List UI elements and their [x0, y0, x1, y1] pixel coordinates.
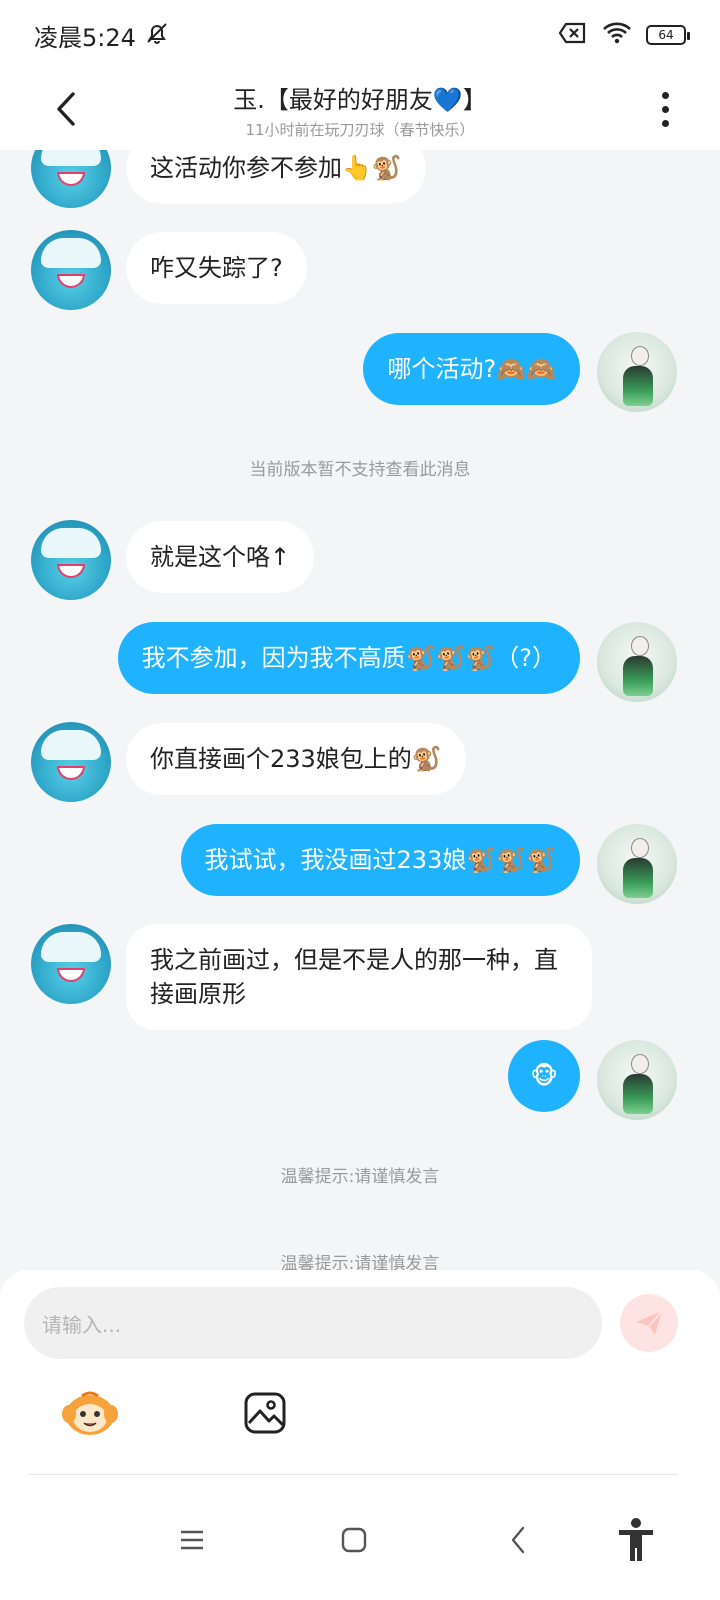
- more-vertical-icon: [661, 91, 669, 99]
- chevron-left-icon: [57, 92, 75, 126]
- home-square-icon: [341, 1527, 367, 1553]
- message-bubble-outgoing[interactable]: 哪个活动?🙈🙈: [363, 333, 580, 405]
- friend-avatar[interactable]: [31, 924, 111, 1004]
- chat-header: 玉.【最好的好朋友💙】 11小时前在玩刀刃球（春节快乐）: [0, 70, 720, 150]
- nav-menu-button[interactable]: [162, 1510, 222, 1570]
- input-panel: 请输入...: [0, 1270, 720, 1520]
- message-bubble-incoming[interactable]: 就是这个咯↑: [126, 521, 315, 593]
- accessibility-button[interactable]: [606, 1510, 666, 1570]
- wifi-icon: [602, 21, 632, 49]
- message-bubble-incoming[interactable]: 咋又失踪了?: [126, 232, 307, 304]
- nav-back-button[interactable]: [488, 1510, 548, 1570]
- message-input[interactable]: 请输入...: [24, 1287, 602, 1359]
- my-avatar[interactable]: [597, 622, 677, 702]
- image-button[interactable]: [240, 1387, 290, 1439]
- message-list[interactable]: 这活动你参不参加👆🐒 咋又失踪了? 哪个活动?🙈🙈 当前版本暂不支持查看此消息 …: [0, 150, 720, 1290]
- divider: [28, 1474, 678, 1475]
- menu-icon: [181, 1530, 203, 1550]
- back-button[interactable]: [44, 84, 88, 134]
- nav-home-button[interactable]: [324, 1510, 384, 1570]
- bell-off-icon: [144, 20, 170, 50]
- chat-subtitle: 11小时前在玩刀刃球（春节快乐）: [245, 121, 475, 139]
- send-icon: [636, 1310, 663, 1335]
- message-bubble-incoming[interactable]: 你直接画个233娘包上的🐒: [126, 723, 466, 795]
- my-avatar[interactable]: [597, 1040, 677, 1120]
- system-notice: 温馨提示:请谨慎发言: [280, 1167, 440, 1187]
- battery-indicator: 64: [646, 25, 690, 45]
- send-button[interactable]: [620, 1294, 678, 1352]
- message-bubble-incoming[interactable]: 我之前画过，但是不是人的那一种，直接画原形: [126, 924, 592, 1030]
- message-bubble-incoming[interactable]: 这活动你参不参加👆🐒: [126, 150, 426, 204]
- my-avatar[interactable]: [597, 824, 677, 904]
- status-time: 凌晨5:24: [34, 23, 136, 52]
- image-icon: [244, 1392, 286, 1434]
- chat-title: 玉.【最好的好朋友💙】: [233, 86, 487, 114]
- back-icon: [511, 1526, 525, 1554]
- friend-avatar[interactable]: [31, 722, 111, 802]
- friend-avatar[interactable]: [31, 230, 111, 310]
- friend-avatar[interactable]: [31, 520, 111, 600]
- status-bar: 凌晨5:24 64: [0, 0, 720, 70]
- system-notice: 当前版本暂不支持查看此消息: [249, 460, 471, 480]
- my-avatar[interactable]: [597, 332, 677, 412]
- emoji-icon: [62, 1391, 118, 1435]
- emoji-button[interactable]: [60, 1387, 120, 1439]
- sim-off-icon: [558, 21, 588, 49]
- message-bubble-outgoing[interactable]: 我不参加，因为我不高质🐒🐒🐒（?）: [117, 622, 580, 694]
- accessibility-icon: [619, 1518, 653, 1561]
- message-bubble-outgoing[interactable]: 我试试，我没画过233娘🐒🐒🐒: [180, 824, 580, 896]
- message-bubble-outgoing[interactable]: 🐵: [508, 1040, 580, 1112]
- system-nav-bar: [0, 1490, 720, 1600]
- more-options-button[interactable]: [650, 84, 680, 134]
- friend-avatar[interactable]: [31, 150, 111, 208]
